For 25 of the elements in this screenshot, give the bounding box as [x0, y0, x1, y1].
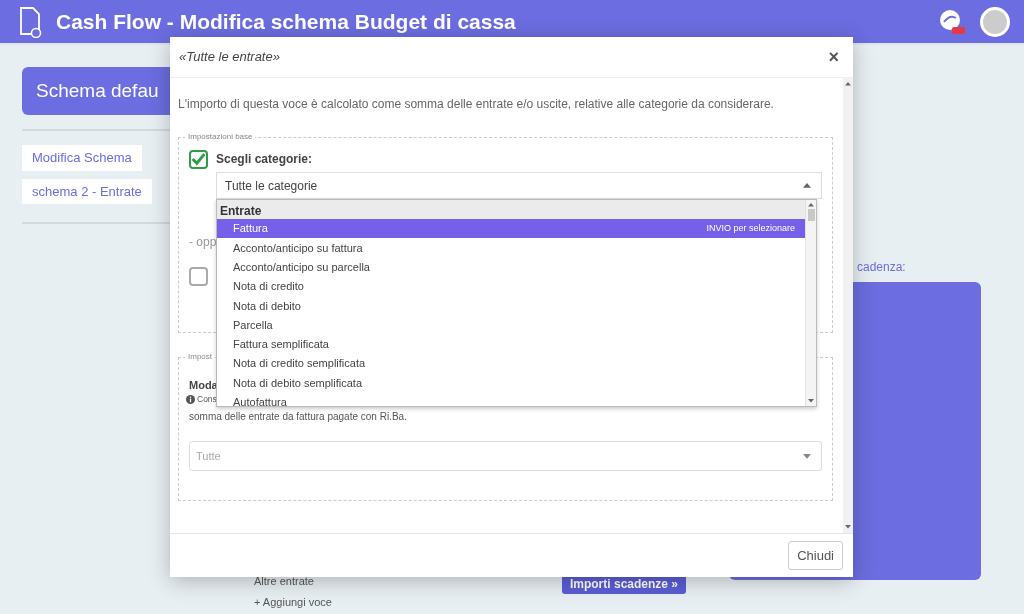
- note-text: Cons: [197, 394, 217, 405]
- select-placeholder: Tutte: [196, 448, 221, 464]
- option-label: Nota di debito semplificata: [233, 375, 362, 391]
- fieldset-legend: Impostazioni base: [185, 131, 256, 143]
- note-text: somma delle entrate da fattura pagate con Ri.Ba.: [189, 411, 407, 423]
- list-item: Altre entrate: [254, 574, 315, 589]
- option-label: Autofattura: [233, 395, 287, 411]
- page-title: Cash Flow - Modifica schema Budget di cassa: [56, 8, 517, 35]
- list-item: + Aggiungi voce: [254, 594, 332, 610]
- option-label: Acconto/anticipo su parcella: [233, 260, 370, 275]
- option-label: Nota di credito: [233, 279, 304, 295]
- section-label: cadenza:: [857, 259, 907, 276]
- select-hint: INVIO per selezionare: [706, 221, 795, 235]
- option-group: Entrate: [217, 200, 805, 219]
- option-label: Nota di debito: [233, 298, 301, 314]
- fieldset-legend: Impost: [185, 351, 215, 363]
- option-label: Fattura: [233, 221, 268, 237]
- option-label: Acconto/anticipo su fattura: [233, 240, 363, 256]
- select-value: Tutte le categorie: [225, 177, 318, 195]
- modal-title: «Tutte le entrate»: [179, 48, 280, 67]
- or-text: - opp: [189, 234, 217, 251]
- option-label: Nota di credito semplificata: [233, 356, 366, 372]
- option-label: Parcella: [233, 317, 273, 333]
- field-label: Scegli categorie:: [216, 151, 314, 168]
- option-label: Fattura semplificata: [233, 337, 329, 353]
